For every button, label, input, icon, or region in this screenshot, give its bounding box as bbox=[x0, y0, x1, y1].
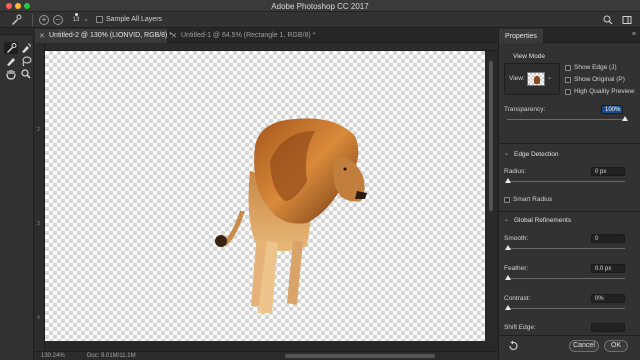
feather-input[interactable]: 0.0 px bbox=[591, 264, 625, 273]
ok-button[interactable]: OK bbox=[604, 340, 628, 352]
document-workspace[interactable] bbox=[45, 51, 497, 351]
panel-menu-icon[interactable]: ≡ bbox=[632, 31, 636, 38]
vertical-ruler: 2 3 4 bbox=[35, 43, 45, 351]
close-tab-icon[interactable]: ✕ bbox=[171, 32, 177, 40]
reset-icon[interactable] bbox=[507, 340, 519, 352]
refine-radius-brush-icon bbox=[22, 43, 31, 53]
properties-header: Properties ≡ bbox=[499, 29, 640, 43]
sample-all-layers-label: Sample All Layers bbox=[106, 16, 163, 23]
feather-slider[interactable] bbox=[507, 278, 625, 279]
chevron-down-icon[interactable]: ⌄ bbox=[504, 216, 509, 223]
global-refinements-heading[interactable]: Global Refinements bbox=[514, 217, 571, 224]
smart-radius-checkbox[interactable] bbox=[504, 197, 510, 203]
shift-edge-label: Shift Edge: bbox=[504, 324, 536, 331]
shift-edge-input[interactable] bbox=[591, 323, 625, 332]
tab-untitled-1[interactable]: ✕ Untitled-1 @ 64.5% (Rectangle 1, RGB/8… bbox=[167, 29, 315, 43]
radius-input[interactable]: 0 px bbox=[591, 167, 625, 176]
subtract-from-selection-button[interactable]: − bbox=[53, 15, 63, 25]
quick-selection-brush-icon[interactable] bbox=[10, 14, 22, 26]
quick-selection-tool[interactable] bbox=[4, 42, 18, 54]
hand-tool[interactable] bbox=[4, 68, 18, 80]
contrast-label: Contrast: bbox=[504, 295, 531, 302]
edge-detection-heading[interactable]: Edge Detection bbox=[514, 151, 558, 158]
feather-label: Feather: bbox=[504, 265, 529, 272]
show-edge-checkbox[interactable] bbox=[565, 65, 571, 71]
view-mode-dropdown[interactable] bbox=[527, 72, 545, 86]
brush-tool[interactable] bbox=[4, 55, 18, 67]
chevron-down-icon[interactable]: ⌄ bbox=[83, 15, 89, 23]
document-canvas[interactable] bbox=[45, 51, 485, 341]
options-bar: + − 13 ⌄ Sample All Layers bbox=[0, 12, 640, 28]
transparency-input[interactable]: 100% bbox=[601, 105, 623, 114]
zoom-level[interactable]: 130.24% bbox=[41, 353, 65, 359]
contrast-input[interactable]: 0% bbox=[591, 294, 625, 303]
contrast-slider-knob[interactable] bbox=[505, 305, 511, 310]
divider bbox=[499, 335, 640, 336]
chevron-down-icon[interactable]: ⌄ bbox=[504, 150, 509, 157]
transparency-label: Transparency: bbox=[504, 106, 546, 113]
tools-panel bbox=[0, 29, 34, 360]
ruler-number: 4 bbox=[37, 315, 40, 321]
search-icon[interactable] bbox=[603, 15, 613, 25]
high-quality-preview-label: High Quality Preview bbox=[574, 88, 635, 95]
vertical-scrollbar[interactable] bbox=[487, 51, 495, 341]
panel-grip[interactable] bbox=[0, 29, 34, 35]
contrast-slider[interactable] bbox=[507, 308, 625, 309]
workspace-icon[interactable] bbox=[622, 15, 632, 25]
lasso-tool[interactable] bbox=[19, 55, 33, 67]
cancel-button[interactable]: Cancel bbox=[569, 340, 599, 352]
view-preview-thumbnail bbox=[534, 76, 540, 84]
close-tab-icon[interactable]: ✕ bbox=[39, 32, 45, 40]
horizontal-ruler bbox=[45, 43, 497, 51]
lion-image bbox=[215, 118, 367, 313]
tab-label: Untitled-1 @ 64.5% (Rectangle 1, RGB/8) … bbox=[181, 32, 316, 39]
brush-icon bbox=[7, 58, 15, 66]
feather-slider-knob[interactable] bbox=[505, 275, 511, 280]
ruler-number: 3 bbox=[37, 221, 40, 227]
lasso-icon bbox=[22, 56, 32, 67]
hand-icon bbox=[6, 70, 16, 80]
properties-tab[interactable]: Properties bbox=[499, 29, 543, 43]
document-tabs: ✕ Untitled-2 @ 130% (LIONVID, RGB/8) * ✕… bbox=[35, 29, 497, 43]
title-bar: Adobe Photoshop CC 2017 bbox=[0, 0, 640, 12]
smooth-input[interactable]: 0 bbox=[591, 234, 625, 243]
show-original-label: Show Original (P) bbox=[574, 76, 625, 83]
smooth-slider-knob[interactable] bbox=[505, 245, 511, 250]
divider bbox=[499, 211, 640, 212]
properties-panel: Properties ≡ View Mode View: ⌄ Show Edge… bbox=[498, 29, 640, 360]
show-edge-label: Show Edge (J) bbox=[574, 64, 617, 71]
quick-selection-icon bbox=[7, 43, 17, 53]
zoom-icon bbox=[21, 69, 31, 79]
radius-slider-knob[interactable] bbox=[505, 178, 511, 183]
separator bbox=[32, 14, 33, 26]
refine-radius-tool[interactable] bbox=[19, 42, 33, 54]
show-original-checkbox[interactable] bbox=[565, 77, 571, 83]
add-to-selection-button[interactable]: + bbox=[39, 15, 49, 25]
ruler-number: 2 bbox=[37, 127, 40, 133]
document-size: Doc: 9.01M/11.1M bbox=[87, 353, 136, 359]
radius-slider[interactable] bbox=[507, 181, 625, 182]
view-label: View: bbox=[509, 75, 525, 82]
high-quality-preview-checkbox[interactable] bbox=[565, 89, 571, 95]
status-bar: 130.24% Doc: 9.01M/11.1M bbox=[35, 351, 497, 360]
radius-label: Radius: bbox=[504, 168, 527, 175]
smart-radius-label: Smart Radius bbox=[513, 196, 553, 203]
transparency-slider[interactable] bbox=[507, 119, 625, 120]
view-mode-heading: View Mode bbox=[513, 53, 546, 60]
tab-label: Untitled-2 @ 130% (LIONVID, RGB/8) * bbox=[49, 32, 173, 39]
divider bbox=[499, 143, 640, 144]
brush-tip-icon bbox=[74, 13, 78, 16]
smooth-slider[interactable] bbox=[507, 248, 625, 249]
chevron-down-icon[interactable]: ⌄ bbox=[547, 74, 552, 81]
sample-all-layers-checkbox[interactable] bbox=[96, 16, 103, 23]
brush-size-value: 13 bbox=[72, 17, 80, 23]
smooth-label: Smooth: bbox=[504, 235, 529, 242]
transparency-slider-knob[interactable] bbox=[622, 116, 628, 121]
window-title: Adobe Photoshop CC 2017 bbox=[271, 2, 369, 11]
vertical-scroll-thumb[interactable] bbox=[489, 61, 493, 211]
zoom-tool[interactable] bbox=[19, 68, 33, 80]
horizontal-scroll-thumb[interactable] bbox=[285, 354, 435, 358]
tab-untitled-2[interactable]: ✕ Untitled-2 @ 130% (LIONVID, RGB/8) * bbox=[35, 29, 172, 43]
brush-size-picker[interactable]: 13 bbox=[70, 13, 82, 23]
